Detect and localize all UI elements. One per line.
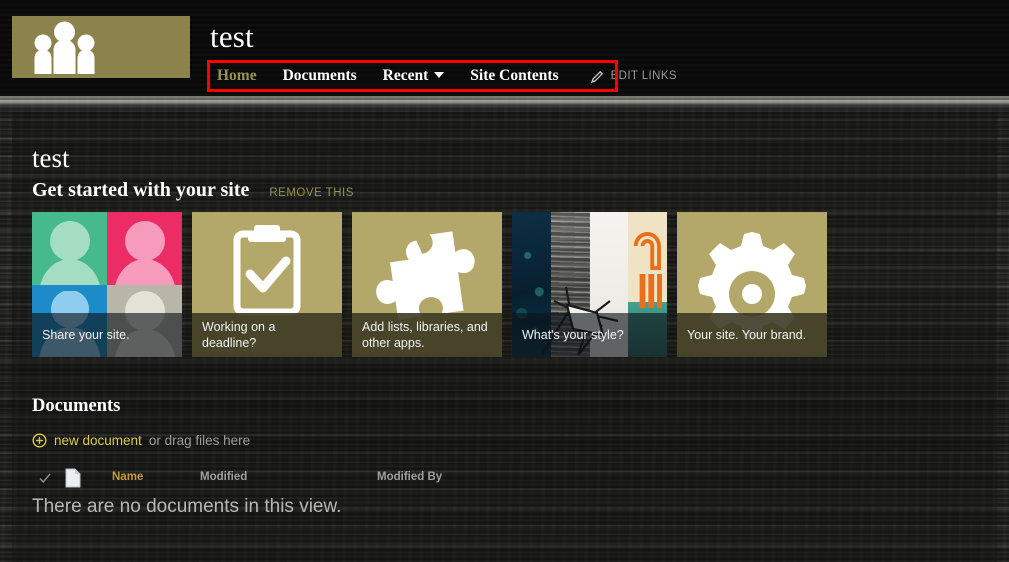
new-document-link[interactable]: new document bbox=[54, 433, 142, 448]
new-document-row: new document or drag files here bbox=[32, 433, 250, 448]
chevron-down-icon bbox=[434, 72, 445, 78]
tile-share-your-site[interactable]: Share your site. bbox=[32, 212, 182, 357]
checkmark-icon[interactable] bbox=[38, 471, 52, 485]
tile-caption: Share your site. bbox=[32, 313, 182, 357]
empty-list-message: There are no documents in this view. bbox=[32, 496, 342, 517]
edit-links-button[interactable]: EDIT LINKS bbox=[590, 69, 677, 84]
mosaic-quadrant-pink bbox=[107, 212, 182, 285]
tile-caption: What's your style? bbox=[512, 313, 667, 357]
nav-item-home[interactable]: Home bbox=[213, 64, 270, 88]
person-silhouette-icon bbox=[39, 220, 100, 285]
person-silhouette-icon bbox=[114, 220, 175, 285]
site-title: test bbox=[210, 19, 254, 54]
nav-item-recent-label: Recent bbox=[382, 67, 429, 84]
circle-plus-icon[interactable] bbox=[32, 433, 47, 448]
tile-caption: Add lists, libraries, and other apps. bbox=[352, 313, 502, 357]
people-group-icon bbox=[34, 21, 95, 74]
mosaic-quadrant-green bbox=[32, 212, 107, 285]
nav-item-recent[interactable]: Recent bbox=[370, 64, 458, 88]
get-started-header: Get started with your site REMOVE THIS bbox=[32, 178, 354, 202]
document-icon[interactable] bbox=[65, 468, 81, 488]
column-header-name[interactable]: Name bbox=[112, 471, 143, 483]
tile-caption: Your site. Your brand. bbox=[677, 313, 827, 357]
tile-working-on-a-deadline[interactable]: Working on a deadline? bbox=[192, 212, 342, 357]
get-started-heading: Get started with your site bbox=[32, 179, 250, 201]
pencil-icon bbox=[590, 70, 603, 83]
get-started-tiles: Share your site. Working on a deadline? … bbox=[32, 212, 827, 357]
edit-links-label: EDIT LINKS bbox=[610, 70, 677, 82]
site-logo[interactable] bbox=[12, 16, 190, 78]
remove-this-link[interactable]: REMOVE THIS bbox=[269, 187, 354, 199]
column-header-modified-by[interactable]: Modified By bbox=[377, 471, 442, 483]
nav-item-site-contents[interactable]: Site Contents bbox=[457, 64, 571, 88]
drag-files-hint: or drag files here bbox=[148, 433, 251, 448]
nav-item-documents[interactable]: Documents bbox=[270, 64, 370, 88]
wood-light-band-highlight bbox=[0, 100, 1009, 105]
tile-your-site-your-brand[interactable]: Your site. Your brand. bbox=[677, 212, 827, 357]
documents-list-header: Name Modified Modified By bbox=[32, 468, 792, 490]
documents-heading: Documents bbox=[32, 396, 121, 416]
top-navigation: Home Documents Recent Site Contents EDIT… bbox=[213, 64, 677, 88]
column-header-modified[interactable]: Modified bbox=[200, 471, 247, 483]
tile-add-lists-libraries-apps[interactable]: Add lists, libraries, and other apps. bbox=[352, 212, 502, 357]
tile-caption: Working on a deadline? bbox=[192, 313, 342, 357]
page-title: test bbox=[32, 143, 70, 173]
tile-whats-your-style[interactable]: What's your style? bbox=[512, 212, 667, 357]
